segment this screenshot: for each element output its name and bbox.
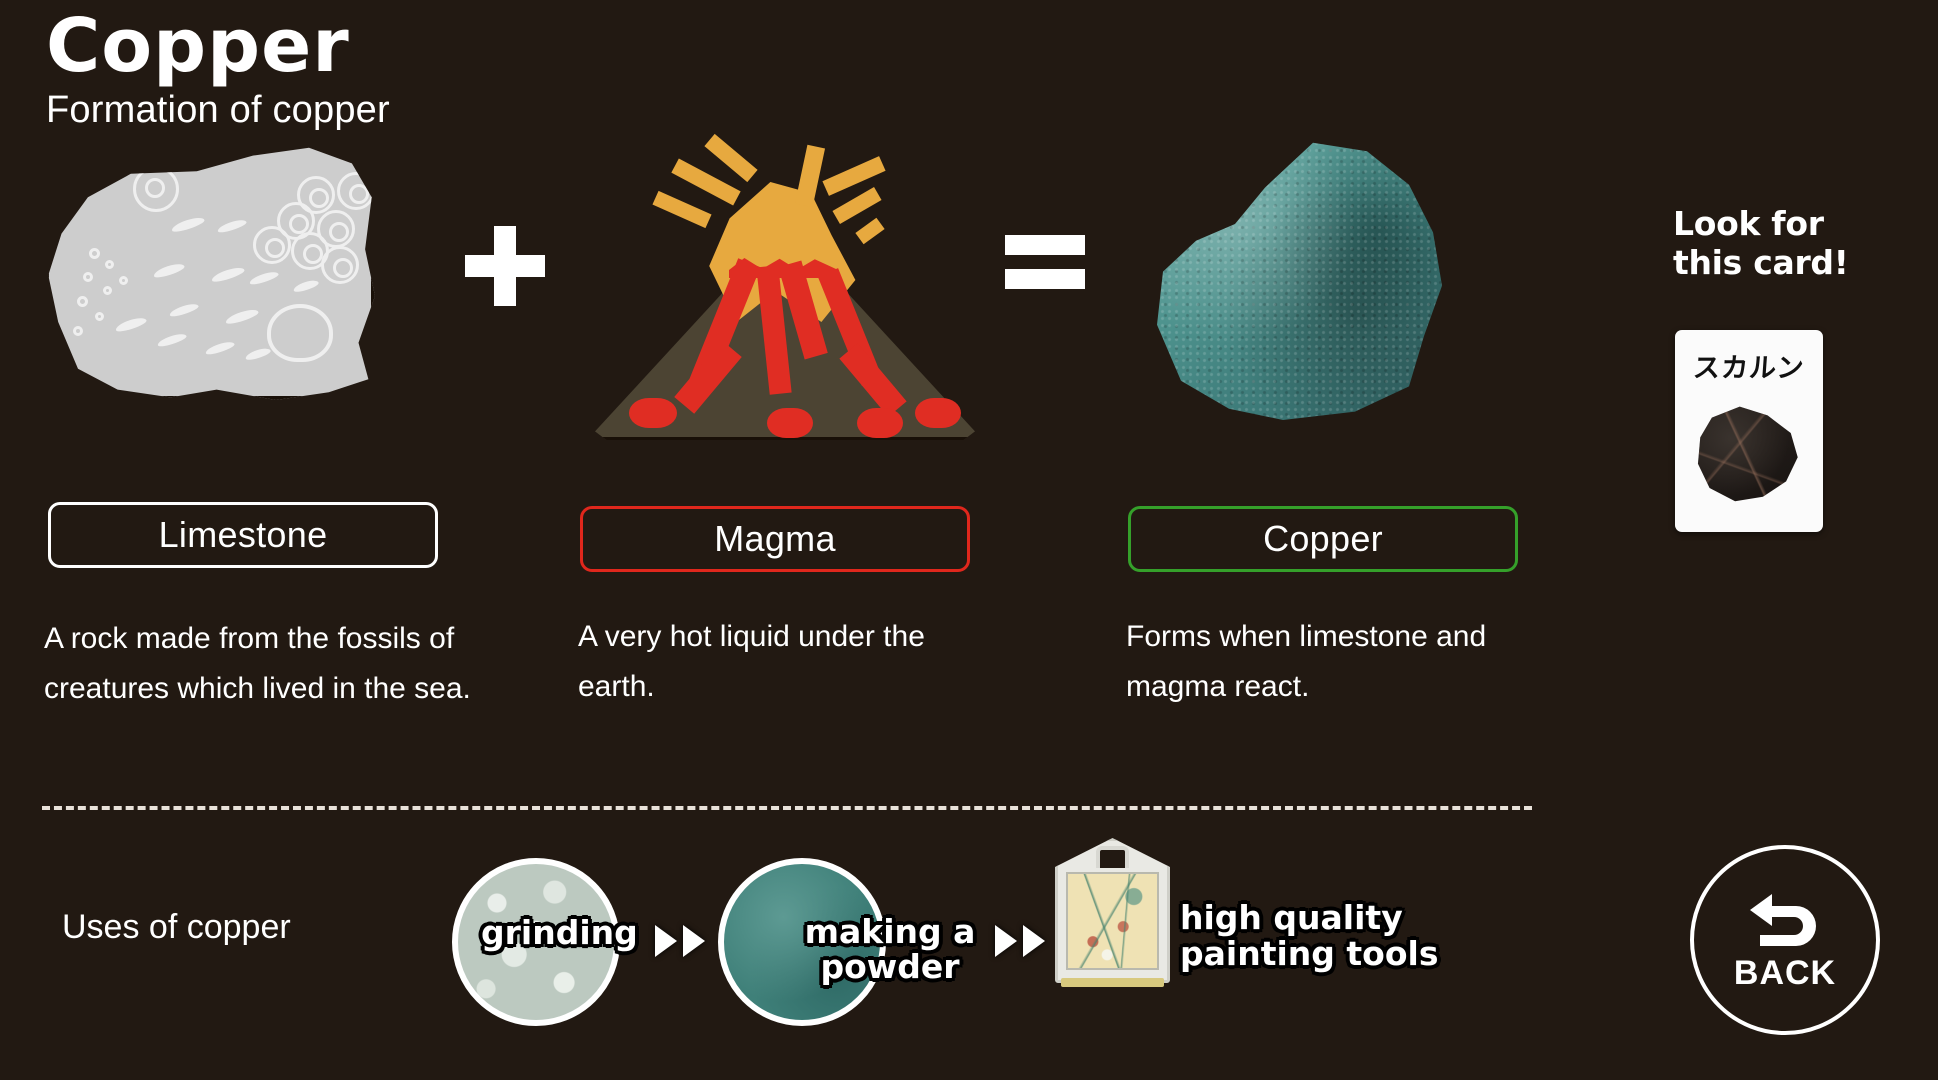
description-limestone: A rock made from the fossils of creature… [44, 622, 471, 706]
skarn-rock-icon [1697, 406, 1798, 502]
chip-label-text: Copper [1263, 518, 1383, 559]
volcano-icon [595, 133, 975, 440]
use-step-label-tools-line1: high quality [1180, 898, 1403, 937]
label-chip-magma[interactable]: Magma [580, 506, 970, 572]
description-copper: Forms when limestone and magma react. [1126, 620, 1487, 704]
card-thumbnail[interactable]: スカルン [1675, 330, 1823, 532]
use-step-label-grinding: grinding [481, 913, 638, 952]
description-magma: A very hot liquid under the earth. [578, 620, 925, 704]
use-step-label-tools-line2: painting tools [1180, 934, 1439, 974]
label-chip-limestone[interactable]: Limestone [48, 502, 438, 568]
use-step-label-painting-tools: high quality painting tools [1180, 898, 1439, 974]
step-arrow-2-icon [995, 925, 1045, 957]
back-button-label: BACK [1733, 953, 1837, 992]
u-turn-arrow-icon [1750, 893, 1816, 946]
label-chip-copper[interactable]: Copper [1128, 506, 1518, 572]
look-for-card-heading-line1: Look for [1673, 204, 1824, 243]
card-thumbnail-title: スカルン [1691, 353, 1806, 384]
look-for-card-section: Look for this card! [1673, 204, 1849, 283]
use-step-label-powder-line1: making a [804, 912, 976, 951]
page-header: Copper Formation of copper [46, 8, 390, 132]
copper-ore-icon [1145, 140, 1445, 420]
back-button[interactable]: BACK [1690, 845, 1880, 1035]
page-title: Copper [46, 3, 350, 89]
use-step-label-powder: making a powder [800, 912, 980, 986]
use-step-label-powder-line2: powder [820, 946, 960, 986]
plus-icon [465, 226, 545, 306]
look-for-card-heading: Look for this card! [1673, 204, 1849, 283]
step-arrow-1-icon [655, 925, 705, 957]
formation-equation [0, 133, 1640, 440]
look-for-card-heading-line2: this card! [1673, 242, 1849, 282]
uses-of-copper-label: Uses of copper [62, 908, 291, 946]
page-subtitle: Formation of copper [46, 88, 390, 131]
chip-label-text: Magma [714, 518, 836, 559]
limestone-rock-icon [45, 140, 375, 400]
equals-icon [1005, 235, 1085, 293]
section-divider [42, 806, 1532, 810]
framed-painting-icon [1055, 838, 1170, 987]
chip-label-text: Limestone [158, 514, 328, 555]
